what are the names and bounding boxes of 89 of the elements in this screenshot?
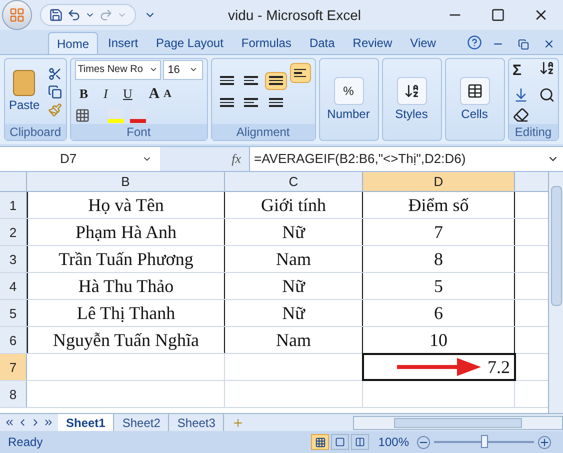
undo-icon[interactable] (67, 8, 81, 22)
help-icon[interactable] (467, 35, 482, 50)
copy-icon[interactable] (48, 84, 62, 98)
table-cell-text: Nam (276, 248, 311, 270)
sheet-tab[interactable]: Sheet1 (58, 414, 114, 431)
window-title: vidu - Microsoft Excel (226, 6, 362, 24)
bold-button[interactable]: B (74, 84, 93, 104)
horizontal-scrollbar[interactable] (353, 416, 563, 430)
zoom-in-icon[interactable] (538, 436, 551, 448)
view-button[interactable] (311, 434, 330, 450)
font-size-field[interactable]: 16 (162, 60, 203, 80)
ribbon-tab[interactable]: Formulas (233, 32, 300, 54)
column-header[interactable]: B (27, 172, 225, 191)
zoom-slider-thumb[interactable] (481, 435, 488, 448)
table-cell-text: 7.2 (488, 356, 510, 378)
table-cell-text: Họ và Tên (88, 194, 164, 216)
sum-icon[interactable]: Σ (512, 60, 528, 83)
ribbon-tab[interactable]: Review (344, 32, 400, 54)
borders-icon[interactable] (74, 108, 90, 124)
table-cell-text: Hà Thu Thảo (78, 274, 174, 298)
row-header[interactable]: 5 (0, 300, 27, 326)
paste-button[interactable]: Paste (9, 70, 40, 114)
insert-sheet-icon[interactable] (232, 416, 244, 428)
row-header[interactable]: 8 (0, 381, 27, 407)
row-header[interactable]: 2 (0, 219, 27, 245)
formula-field[interactable]: =AVERAGEIF(B2:B6,"<>Thị",D2:D6) (250, 149, 547, 169)
italic-button[interactable]: I (96, 84, 115, 104)
insert-function-button[interactable]: fx (232, 149, 241, 169)
last-sheet-icon[interactable] (43, 417, 54, 428)
maximize-icon[interactable] (491, 8, 505, 22)
table-cell-text: 7 (434, 220, 443, 244)
sort-filter-icon[interactable] (539, 60, 556, 76)
close-icon[interactable] (543, 38, 555, 50)
ribbon-tab[interactable]: Page Layout (148, 32, 232, 54)
page-icon (335, 437, 346, 447)
zoom-level: 100% (378, 434, 409, 451)
row-header[interactable]: 4 (0, 273, 27, 299)
cut-icon[interactable] (48, 66, 62, 80)
row-header[interactable]: 3 (0, 246, 27, 272)
status-text: Ready (7, 434, 44, 451)
ribbon-tab[interactable]: View (402, 32, 444, 54)
row-header[interactable]: 6 (0, 327, 27, 353)
group-label: Clipboard (5, 124, 66, 140)
grid-icon (314, 436, 326, 448)
underline-button[interactable]: U (118, 84, 137, 104)
table-cell-text: Giới tính (260, 194, 326, 216)
ribbon-tab[interactable]: Insert (100, 32, 146, 54)
table-cell-text: 5 (434, 274, 443, 298)
fill-icon[interactable] (512, 86, 528, 103)
table-cell-text: Phạm Hà Anh (76, 220, 176, 244)
row-header[interactable]: 1 (0, 192, 27, 218)
zoom-out-icon[interactable] (417, 436, 430, 448)
table-cell-text: Nữ (282, 274, 305, 298)
align-icon[interactable] (264, 72, 287, 90)
save-icon[interactable] (49, 8, 63, 22)
columns-icon (355, 437, 366, 447)
row-header[interactable]: 7 (0, 354, 27, 380)
wrap-text-icon[interactable] (290, 63, 310, 83)
restore-icon[interactable] (518, 39, 529, 50)
font-name-field[interactable]: Times New Ro (74, 60, 161, 80)
group-label: Editing (508, 124, 558, 140)
scrollbar-thumb[interactable] (550, 186, 562, 306)
table-cell-text: Nam (276, 328, 311, 352)
ribbon-tab[interactable]: Data (301, 32, 343, 54)
group-label: Font (70, 124, 207, 140)
table-cell-text: Trần Tuấn Phương (58, 248, 194, 271)
ribbon-tab[interactable]: Home (48, 32, 98, 54)
table-cell-text: 8 (434, 248, 443, 270)
shrink-font-button[interactable]: A (164, 86, 172, 102)
table-cell-text: Nữ (282, 220, 305, 244)
table-cell-text: Lê Thị Thanh (76, 302, 176, 324)
percent-icon: % (343, 82, 354, 100)
office-button[interactable] (2, 0, 32, 30)
table-cell-text: 10 (430, 328, 448, 352)
table-cell-text: Nữ (282, 302, 305, 324)
grow-font-button[interactable]: A (148, 82, 160, 106)
office-logo-icon (9, 7, 25, 23)
first-sheet-icon[interactable] (4, 417, 15, 428)
clear-icon[interactable] (512, 106, 528, 123)
view-button[interactable] (331, 434, 350, 450)
group-label: Alignment (212, 124, 314, 140)
table-icon (466, 82, 482, 98)
column-header[interactable]: D (363, 172, 515, 191)
view-button[interactable] (351, 434, 370, 450)
find-icon[interactable] (539, 86, 556, 103)
table-cell-text: 6 (434, 302, 443, 324)
table-cell-text: Điểm số (408, 194, 469, 216)
table-cell-text: Nguyễn Tuấn Nghĩa (52, 328, 199, 352)
name-box[interactable]: D7 (0, 149, 160, 169)
